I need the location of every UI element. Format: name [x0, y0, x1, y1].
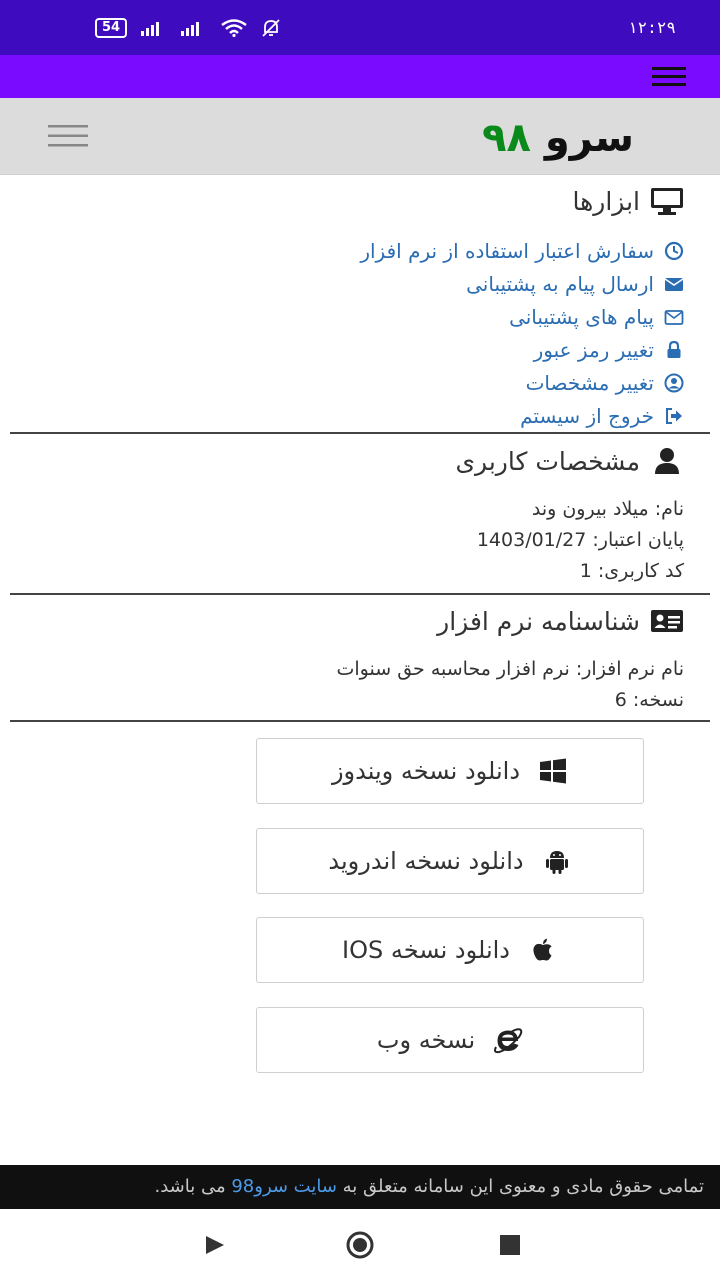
user-info-title: مشخصات کاربری [455, 446, 640, 476]
web-version-button[interactable]: نسخه وب [256, 1007, 644, 1073]
download-ios-label: دانلود نسخه IOS [342, 936, 510, 964]
tools-title: ابزارها [572, 186, 640, 216]
software-id-title: شناسنامه نرم افزار [437, 606, 640, 636]
user-circle-icon [664, 373, 684, 392]
change-password-link[interactable]: تغییر رمز عبور [360, 333, 684, 366]
clock-time: ۱۲:۲۹ [627, 18, 676, 37]
internet-explorer-icon [494, 1028, 523, 1054]
site-logo[interactable]: سرو ۹۸ [478, 110, 638, 166]
software-name: نام نرم افزار: نرم افزار محاسبه حق سنوات [336, 658, 684, 680]
user-icon [655, 448, 679, 474]
divider [10, 593, 710, 595]
status-bar: 54 ۱۲:۲۹ [0, 0, 720, 55]
envelope-outline-icon [664, 309, 684, 325]
send-support-message-label: ارسال پیام به پشتیبانی [466, 271, 654, 296]
change-profile-label: تغییر مشخصات [525, 370, 654, 395]
desktop-icon [651, 188, 683, 215]
divider [10, 720, 710, 722]
android-icon [545, 851, 568, 874]
change-password-label: تغییر رمز عبور [533, 337, 654, 362]
logout-link[interactable]: خروج از سیستم [360, 399, 684, 432]
download-ios-button[interactable]: دانلود نسخه IOS [256, 917, 644, 983]
user-expiry: پایان اعتبار: 1403/01/27 [476, 529, 684, 551]
user-info-section-title: مشخصات کاربری [455, 446, 684, 476]
menu-icon[interactable] [650, 66, 688, 88]
footer-site-link[interactable]: سایت سرو98 [231, 1176, 337, 1197]
user-name: نام: میلاد بیرون وند [531, 498, 684, 520]
software-version: نسخه: 6 [614, 689, 684, 711]
download-windows-button[interactable]: دانلود نسخه ویندوز [256, 738, 644, 804]
tools-section-title: ابزارها [572, 186, 684, 216]
footer-text-start: تمامی حقوق مادی و معنوی این سامانه متعلق… [336, 1176, 704, 1197]
back-icon[interactable] [200, 1231, 228, 1259]
app-bar [0, 55, 720, 98]
download-android-button[interactable]: دانلود نسخه اندروید [256, 828, 644, 894]
battery-indicator: 54 [95, 17, 128, 38]
bell-off-icon [262, 18, 280, 37]
footer-text-end: می باشد. [154, 1176, 232, 1197]
software-id-section-title: شناسنامه نرم افزار [437, 606, 684, 636]
download-android-label: دانلود نسخه اندروید [328, 847, 524, 875]
logo-number: ۹۸ [482, 115, 531, 161]
user-code: کد کاربری: 1 [579, 560, 684, 582]
windows-icon [540, 758, 567, 784]
logout-label: خروج از سیستم [520, 403, 654, 428]
user-info-details: نام: میلاد بیرون وند پایان اعتبار: 1403/… [477, 494, 684, 587]
status-icons: 54 [95, 17, 281, 38]
footer-copyright: تمامی حقوق مادی و معنوی این سامانه متعلق… [0, 1165, 720, 1209]
id-card-icon [651, 610, 683, 632]
home-icon[interactable] [346, 1231, 374, 1259]
hamburger-menu-icon[interactable] [46, 124, 90, 148]
signal-icon [181, 21, 200, 36]
clock-icon [664, 241, 684, 260]
order-credit-label: سفارش اعتبار استفاده از نرم افزار [360, 238, 654, 263]
apple-icon [533, 938, 552, 961]
support-messages-label: پیام های پشتیبانی [509, 304, 654, 329]
envelope-icon [664, 277, 684, 291]
software-id-details: نام نرم افزار: نرم افزار محاسبه حق سنوات… [337, 654, 684, 716]
lock-icon [667, 340, 681, 358]
order-credit-link[interactable]: سفارش اعتبار استفاده از نرم افزار [360, 234, 684, 267]
wifi-icon [221, 18, 247, 37]
sign-out-icon [666, 407, 682, 424]
divider [10, 432, 710, 434]
web-version-label: نسخه وب [376, 1026, 476, 1054]
recent-apps-icon[interactable] [496, 1231, 524, 1259]
android-navigation-bar [0, 1209, 720, 1280]
support-messages-link[interactable]: پیام های پشتیبانی [360, 300, 684, 333]
send-support-message-link[interactable]: ارسال پیام به پشتیبانی [360, 267, 684, 300]
signal-icon [141, 21, 160, 36]
change-profile-link[interactable]: تغییر مشخصات [360, 366, 684, 399]
logo-word: سرو [544, 115, 634, 161]
download-windows-label: دانلود نسخه ویندوز [331, 757, 521, 785]
tools-links: سفارش اعتبار استفاده از نرم افزار ارسال … [360, 234, 684, 432]
